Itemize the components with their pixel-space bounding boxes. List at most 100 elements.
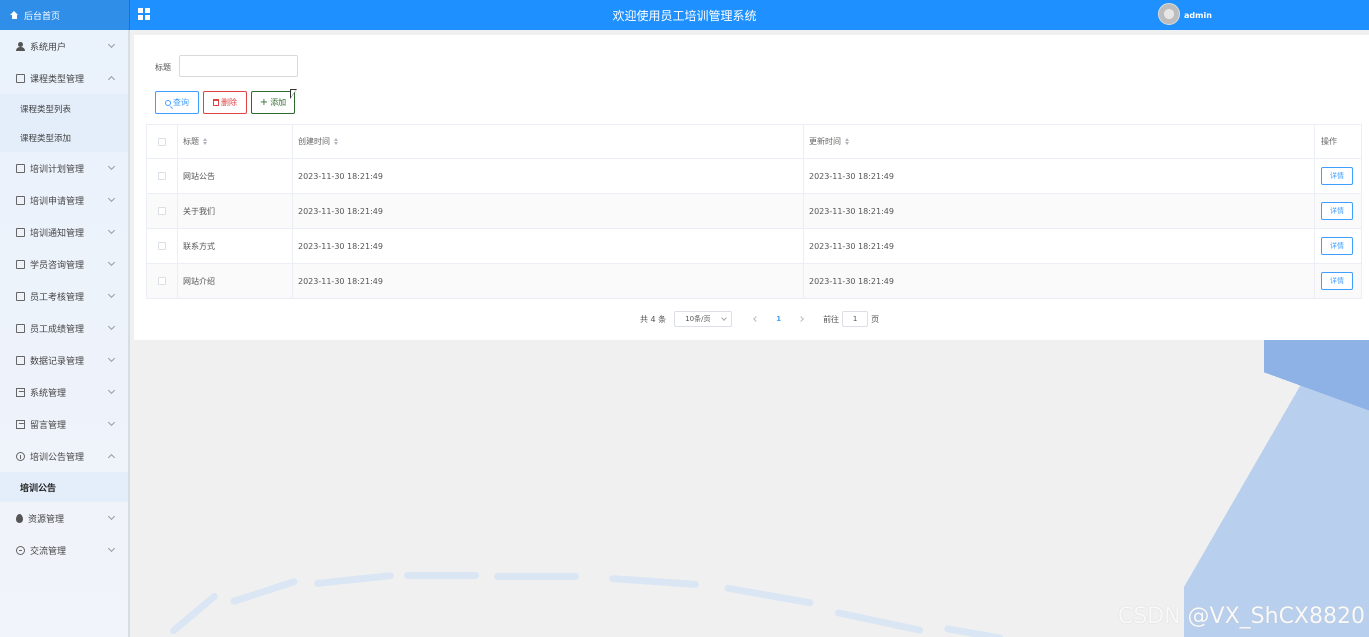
background-decoration: CSDN @VX_ShCX8820 (134, 340, 1369, 637)
sidebar-item-data-record[interactable]: 数据记录管理 (0, 344, 128, 376)
row-checkbox[interactable] (158, 172, 166, 180)
sidebar-item-training-announcement[interactable]: 培训公告管理 (0, 440, 128, 472)
sidebar-item-label: 系统管理 (30, 388, 67, 399)
chevron-down-icon (107, 194, 116, 203)
cell-title: 网站公告 (178, 159, 293, 193)
chevron-down-icon (721, 315, 728, 321)
user-icon (16, 41, 25, 51)
page-title: 欢迎使用员工培训管理系统 (612, 9, 757, 23)
sidebar-item-label: 课程类型管理 (30, 74, 85, 85)
page-size-select[interactable]: 10条/页 (674, 311, 733, 327)
row-checkbox[interactable] (158, 242, 166, 250)
document-icon (16, 195, 25, 205)
row-checkbox[interactable] (158, 207, 166, 215)
document-icon (16, 73, 25, 83)
chevron-down-icon (107, 386, 116, 395)
detail-button[interactable]: 详情 (1321, 272, 1353, 290)
cell-updated: 2023-11-30 18:21:49 (804, 194, 1315, 228)
info-icon (16, 451, 25, 461)
trash-icon (213, 99, 219, 106)
cell-created: 2023-11-30 18:21:49 (293, 264, 804, 298)
chevron-down-icon (107, 544, 116, 553)
sort-icon[interactable] (334, 138, 338, 145)
page-number[interactable]: 1 (776, 315, 781, 323)
chevron-up-icon (107, 453, 116, 462)
sidebar-item-training-notice[interactable]: 培训通知管理 (0, 216, 128, 248)
search-icon (165, 99, 171, 106)
sidebar-subitem-course-type-list[interactable]: 课程类型列表 (0, 94, 128, 123)
table-row: 网站介绍 2023-11-30 18:21:49 2023-11-30 18:2… (146, 264, 1362, 299)
sidebar-item-student-consult[interactable]: 学员咨询管理 (0, 248, 128, 280)
goto-label: 前往 (823, 314, 840, 324)
cell-updated: 2023-11-30 18:21:49 (804, 159, 1315, 193)
prev-page-icon[interactable] (753, 316, 760, 322)
menu-toggle-icon[interactable] (138, 8, 150, 20)
sidebar-item-label: 培训申请管理 (30, 196, 85, 207)
username[interactable]: admin (1184, 11, 1212, 20)
sidebar-item-resources[interactable]: 资源管理 (0, 502, 128, 534)
column-header-updated[interactable]: 更新时间 (804, 125, 1315, 158)
title-search-input[interactable] (179, 55, 298, 77)
sidebar-item-training-apply[interactable]: 培训申请管理 (0, 184, 128, 216)
home-label: 后台首页 (24, 11, 61, 22)
chevron-down-icon (107, 418, 116, 427)
sidebar-item-employee-assessment[interactable]: 员工考核管理 (0, 280, 128, 312)
plus-icon: + (259, 96, 269, 108)
document-icon (16, 259, 25, 269)
sidebar-item-system[interactable]: 系统管理 (0, 376, 128, 408)
document-icon (16, 291, 25, 301)
document-icon (16, 323, 25, 333)
chevron-down-icon (107, 162, 116, 171)
sidebar-item-employee-score[interactable]: 员工成绩管理 (0, 312, 128, 344)
chevron-down-icon (107, 226, 116, 235)
row-checkbox[interactable] (158, 277, 166, 285)
document-icon (16, 163, 25, 173)
column-header-created[interactable]: 创建时间 (293, 125, 804, 158)
cell-updated: 2023-11-30 18:21:49 (804, 229, 1315, 263)
avatar[interactable] (1158, 3, 1180, 25)
sidebar-item-label: 员工成绩管理 (30, 324, 85, 335)
chevron-down-icon (107, 322, 116, 331)
select-all-checkbox[interactable] (158, 137, 166, 146)
document-icon (16, 227, 25, 237)
mouse-cursor-icon (290, 89, 297, 99)
goto-page-input[interactable]: 1 (842, 311, 869, 327)
cell-created: 2023-11-30 18:21:49 (293, 194, 804, 228)
sidebar-item-label: 留言管理 (30, 420, 67, 431)
sidebar-item-users[interactable]: 系统用户 (0, 30, 128, 62)
sidebar-subitem-course-type-add[interactable]: 课程类型添加 (0, 123, 128, 152)
column-header-title[interactable]: 标题 (178, 125, 293, 158)
cell-created: 2023-11-30 18:21:49 (293, 159, 804, 193)
sidebar: 系统用户 课程类型管理 课程类型列表 课程类型添加 培训计划管理 培训申请管理 … (0, 30, 130, 637)
sidebar-item-label: 培训计划管理 (30, 164, 85, 175)
detail-button[interactable]: 详情 (1321, 202, 1353, 220)
sort-icon[interactable] (203, 138, 207, 145)
table-header-row: 标题 创建时间 更新时间 操作 (146, 125, 1362, 159)
cell-updated: 2023-11-30 18:21:49 (804, 264, 1315, 298)
table-row: 网站公告 2023-11-30 18:21:49 2023-11-30 18:2… (146, 159, 1362, 194)
image-icon (16, 419, 25, 429)
sidebar-item-label: 员工考核管理 (30, 292, 85, 303)
detail-button[interactable]: 详情 (1321, 237, 1353, 255)
chevron-down-icon (107, 354, 116, 363)
delete-button[interactable]: 删除 (203, 91, 247, 114)
sidebar-item-label: 培训公告管理 (30, 452, 85, 463)
pagination: 共 4 条 10条/页 1 前往 1 页 (640, 311, 879, 327)
location-pin-icon (16, 513, 23, 523)
sidebar-item-communication[interactable]: 交流管理 (0, 534, 128, 566)
sidebar-item-label: 学员咨询管理 (30, 260, 85, 271)
chevron-down-icon (107, 512, 116, 521)
sidebar-subitem-announcement[interactable]: 培训公告 (0, 472, 128, 502)
document-icon (16, 355, 25, 365)
detail-button[interactable]: 详情 (1321, 167, 1353, 185)
pagination-total: 共 4 条 (640, 314, 667, 324)
sidebar-item-training-plan[interactable]: 培训计划管理 (0, 152, 128, 184)
sidebar-item-messages[interactable]: 留言管理 (0, 408, 128, 440)
table-row: 关于我们 2023-11-30 18:21:49 2023-11-30 18:2… (146, 194, 1362, 229)
next-page-icon[interactable] (798, 316, 804, 322)
add-button[interactable]: + 添加 (251, 91, 295, 114)
home-link[interactable]: 后台首页 (0, 0, 130, 30)
sidebar-item-course-type[interactable]: 课程类型管理 (0, 62, 128, 94)
sort-icon[interactable] (845, 138, 849, 145)
query-button[interactable]: 查询 (155, 91, 199, 114)
